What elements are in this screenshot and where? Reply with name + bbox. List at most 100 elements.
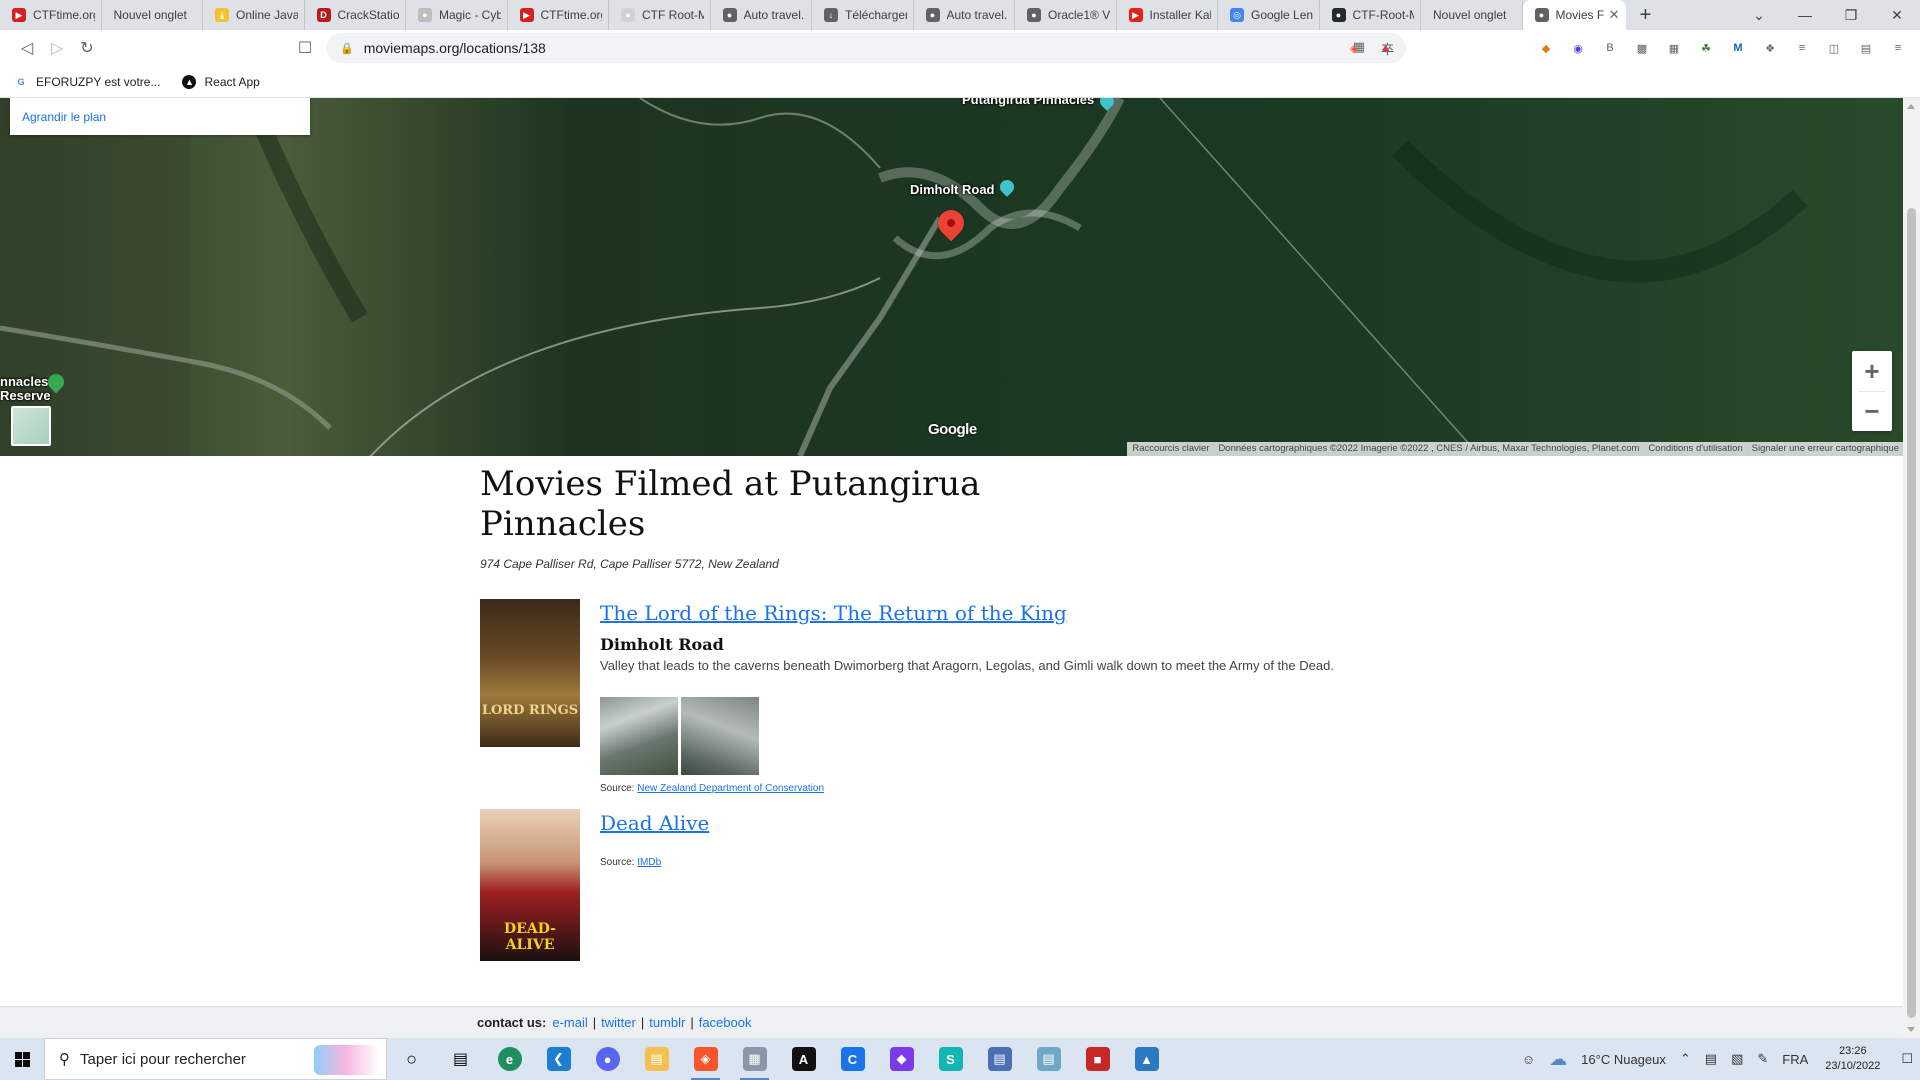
movie-title-link[interactable]: Dead Alive [600,811,709,835]
browser-tab[interactable]: Nouvel onglet [1421,0,1523,30]
map-label-dimholt[interactable]: Dimholt Road [910,182,995,197]
back-button[interactable]: ◁ [12,33,42,63]
scene-photo[interactable] [681,697,759,775]
app-a-icon[interactable]: A [779,1038,828,1080]
scroll-up-icon[interactable] [1907,104,1915,109]
terms-link[interactable]: Conditions d'utilisation [1643,442,1746,456]
browser-tab[interactable]: ▶ CTFtime.org [0,0,102,30]
extension-check-icon[interactable]: ▦ [1662,36,1686,60]
app-db-icon[interactable]: ▤ [975,1038,1024,1080]
zoom-in-button[interactable]: + [1852,351,1892,391]
minimize-button[interactable]: — [1782,0,1828,30]
browser-tab[interactable]: D CrackStation [305,0,406,30]
restore-button[interactable]: ❐ [1828,0,1874,30]
sidebar-icon[interactable]: ◫ [1822,36,1846,60]
weather-text[interactable]: 16°C Nuageux [1581,1052,1666,1067]
browser-tab[interactable]: ● CTF-Root-M [1320,0,1421,30]
zoom-out-button[interactable]: − [1852,391,1892,431]
file-explorer-icon[interactable]: ▤ [632,1038,681,1080]
bookmark-icon[interactable]: ☐ [290,33,320,63]
reading-list-icon[interactable]: ≡ [1790,36,1814,60]
close-tab-icon[interactable]: ✕ [1609,7,1620,23]
twitter-link[interactable]: twitter [601,1015,636,1030]
notifications-icon[interactable]: ☐ [1901,1051,1913,1067]
language-indicator[interactable]: FRA [1782,1052,1808,1067]
browser-tab[interactable]: ◎ Google Lens [1218,0,1320,30]
pen-icon[interactable]: ✎ [1757,1051,1768,1067]
cortana-icon[interactable]: ○ [387,1038,436,1080]
movie-poster[interactable]: DEAD-ALIVE [480,809,580,961]
new-tab-button[interactable]: + [1626,0,1666,30]
menu-icon[interactable]: ≡ [1886,36,1910,60]
report-error-link[interactable]: Signaler une erreur cartographique [1746,442,1903,456]
obsidian-icon[interactable]: ◆ [877,1038,926,1080]
taskbar-search[interactable]: ⚲ Taper ici pour rechercher [44,1038,387,1080]
keyboard-shortcuts-link[interactable]: Raccourcis clavier [1127,442,1213,456]
browser-tab[interactable]: ▶ Installer Kali [1117,0,1218,30]
close-window-button[interactable]: ✕ [1874,0,1920,30]
reload-button[interactable]: ↻ [72,33,102,63]
map-label-pinnacles[interactable]: Putangirua Pinnacles [962,98,1094,107]
extension-leaf-icon[interactable]: ☘ [1694,36,1718,60]
browser-tab[interactable]: ⤓ Online JavaS [203,0,305,30]
brave-rewards-icon[interactable]: ▲ [1374,36,1398,60]
brave-icon[interactable]: ◈ [681,1038,730,1080]
monitor-icon[interactable]: ▧ [1731,1051,1743,1067]
wallet-icon[interactable]: ▤ [1854,36,1878,60]
puzzle-icon[interactable]: ❖ [1758,36,1782,60]
extension-circle-icon[interactable]: ◉ [1566,36,1590,60]
page-title: Movies Filmed at Putangirua Pinnacles [480,464,981,544]
source-line: Source: IMDb [600,857,1480,868]
vscode-icon[interactable]: ❮ [534,1038,583,1080]
movie-title-link[interactable]: The Lord of the Rings: The Return of the… [600,601,1067,625]
facebook-link[interactable]: facebook [699,1015,752,1030]
enlarge-map-link[interactable]: Agrandir le plan [10,98,310,135]
discord-icon[interactable]: ● [583,1038,632,1080]
source-link[interactable]: IMDb [637,857,661,868]
app-s-icon[interactable]: S [926,1038,975,1080]
browser-tab[interactable]: ● Magic - Cyb [406,0,508,30]
browser-tab[interactable]: ● Auto travel.p [711,0,812,30]
vm-icon[interactable]: ▦ [730,1038,779,1080]
edge-icon[interactable]: e [485,1038,534,1080]
extension-m-icon[interactable]: M [1726,36,1750,60]
extension-b-icon[interactable]: B [1598,36,1622,60]
location-address: 974 Cape Palliser Rd, Cape Palliser 5772… [480,557,779,571]
chevron-up-icon[interactable]: ⌃ [1680,1051,1691,1067]
address-bar[interactable]: 🔒 moviemaps.org/locations/138 ▦ 卒 [326,33,1406,63]
brave-shield-icon[interactable]: ◈ [1342,36,1366,60]
movie-poster[interactable]: LORD RINGS [480,599,580,747]
photos-icon[interactable]: ▲ [1122,1038,1171,1080]
scene-description: Valley that leads to the caverns beneath… [600,658,1334,673]
page-scrollbar[interactable] [1903,98,1920,1038]
metamask-icon[interactable]: ◆ [1534,36,1558,60]
satellite-map[interactable]: Agrandir le plan Putangirua Pinnacles Di… [0,98,1903,456]
scene-photo[interactable] [600,697,678,775]
network-icon[interactable]: ▤ [1705,1051,1717,1067]
tab-active[interactable]: ● Movies F ✕ [1522,0,1626,30]
people-icon[interactable]: ☺ [1522,1052,1535,1067]
bookmark-react-app[interactable]: ▲ React App [182,74,260,89]
tumblr-link[interactable]: tumblr [649,1015,685,1030]
task-view-icon[interactable]: ▤ [436,1038,485,1080]
source-link[interactable]: New Zealand Department of Conservation [637,783,824,794]
app-c-icon[interactable]: C [828,1038,877,1080]
clock[interactable]: 23:26 23/10/2022 [1825,1044,1880,1074]
browser-tab[interactable]: ▶ CTFtime.org [508,0,609,30]
app-red-icon[interactable]: ■ [1073,1038,1122,1080]
scroll-thumb[interactable] [1907,208,1916,1018]
forward-button[interactable]: ▷ [42,33,72,63]
browser-tab[interactable]: ● Oracle1® VM [1015,0,1117,30]
email-link[interactable]: e-mail [552,1015,587,1030]
browser-tab[interactable]: ● Auto travel.p [914,0,1015,30]
scroll-down-icon[interactable] [1907,1027,1915,1032]
browser-tab[interactable]: ↓ Téléchargem [812,0,914,30]
browser-tab[interactable]: ● CTF Root-M [609,0,711,30]
app-doc-icon[interactable]: ▤ [1024,1038,1073,1080]
extension-grid-icon[interactable]: ▩ [1630,36,1654,60]
map-type-toggle[interactable] [11,406,51,446]
tab-search-chevron-icon[interactable]: ⌄ [1736,0,1782,30]
browser-tab[interactable]: Nouvel onglet [102,0,203,30]
start-button[interactable] [0,1038,44,1080]
bookmark-eforuzpy[interactable]: G EFORUZPY est votre... [14,75,160,89]
